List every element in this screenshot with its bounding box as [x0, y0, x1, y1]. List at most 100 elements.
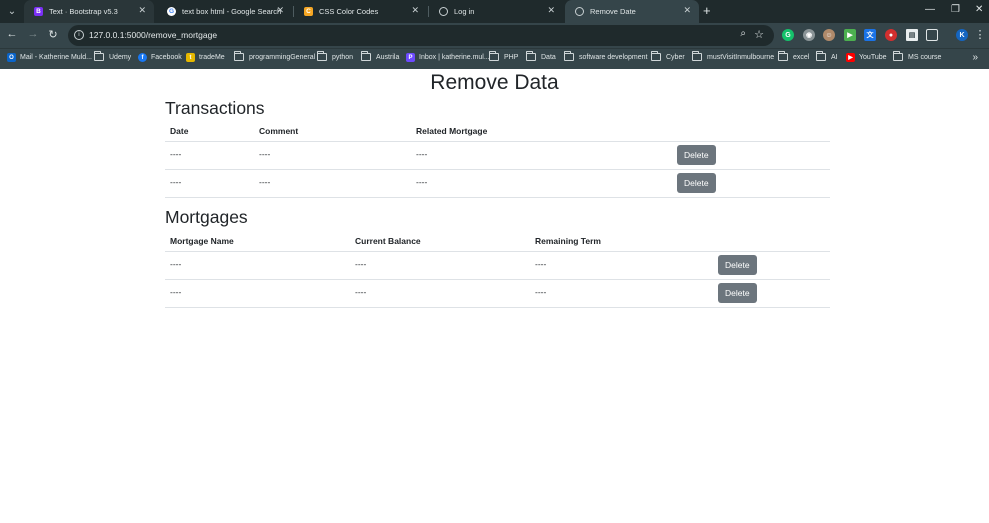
document-extension-icon[interactable]: ▤ — [906, 29, 918, 41]
bookmark-label: Inbox | katherine.mul... — [419, 54, 490, 61]
tab-bootstrap[interactable]: B Text · Bootstrap v5.3 ✕ — [24, 0, 154, 23]
browser-toolbar: ← → ↻ i 127.0.0.1:5000/remove_mortgage ⌕… — [0, 23, 989, 48]
table-header-row: Mortgage Name Current Balance Remaining … — [165, 232, 830, 252]
translate-extension-icon[interactable]: 文 — [864, 29, 876, 41]
cell-actions: Delete — [672, 141, 830, 170]
tab-search-chevron-icon[interactable]: ⌄ — [4, 3, 20, 19]
bookmark-item[interactable]: ▶ YouTube — [846, 53, 887, 62]
flag-extension-icon[interactable]: ▶ — [844, 29, 856, 41]
menu-kebab-icon[interactable]: ⋮ — [973, 28, 987, 41]
bookmark-item[interactable]: t tradeMe — [186, 53, 225, 62]
back-arrow-icon[interactable]: ← — [5, 28, 19, 40]
column-header-actions — [713, 232, 830, 252]
table-row: ---- ---- ---- Delete — [165, 251, 830, 280]
bookmark-label: python — [332, 53, 354, 61]
mortgages-heading: Mortgages — [165, 207, 248, 227]
folder-icon — [816, 51, 826, 61]
bookmark-item[interactable]: O Mail - Katherine Muld... — [7, 53, 92, 62]
tab-remove-date[interactable]: Remove Date ✕ — [565, 0, 699, 23]
table-row: ---- ---- ---- Delete — [165, 141, 830, 170]
cell-related-mortgage: ---- — [411, 169, 672, 198]
bookmark-folder[interactable]: python — [317, 51, 354, 61]
csscolors-icon: C — [304, 7, 313, 16]
bookmark-folder[interactable]: AI — [816, 51, 838, 61]
extensions-puzzle-icon[interactable] — [926, 29, 938, 41]
bookmark-folder[interactable]: software development — [564, 51, 648, 61]
bookmark-folder[interactable]: mustVisitInmulbourne — [692, 51, 774, 61]
bookmark-folder[interactable]: Cyber — [651, 51, 685, 61]
bookmark-label: Facebook — [151, 54, 182, 61]
cell-actions: Delete — [672, 169, 830, 198]
close-window-button[interactable]: ✕ — [975, 4, 983, 15]
bookmark-label: Udemy — [109, 53, 132, 61]
bookmark-item[interactable]: P Inbox | katherine.mul... — [406, 53, 490, 62]
bookmark-label: AI — [831, 53, 838, 61]
column-header-remaining-term: Remaining Term — [530, 232, 713, 252]
delete-transaction-button[interactable]: Delete — [677, 173, 716, 193]
tab-css-color-codes[interactable]: C CSS Color Codes ✕ — [294, 0, 427, 23]
record-extension-icon[interactable]: ● — [885, 29, 897, 41]
tab-strip: ⌄ B Text · Bootstrap v5.3 ✕ G text box h… — [0, 0, 989, 23]
bookmark-label: software development — [579, 53, 648, 61]
folder-icon — [361, 51, 371, 61]
search-icon[interactable]: ⌕ — [740, 28, 746, 39]
bookmarks-bar: O Mail - Katherine Muld... Udemy f Faceboo… — [0, 48, 989, 69]
cell-remaining-term: ---- — [530, 251, 713, 280]
more-bookmarks-chevron-icon[interactable]: » — [972, 52, 978, 63]
close-icon[interactable]: ✕ — [138, 5, 146, 16]
site-info-icon[interactable]: i — [74, 30, 84, 40]
delete-transaction-button[interactable]: Delete — [677, 145, 716, 165]
tab-log-in[interactable]: Log in ✕ — [429, 0, 563, 23]
column-header-mortgage-name: Mortgage Name — [165, 232, 350, 252]
url-text[interactable]: 127.0.0.1:5000/remove_mortgage — [89, 30, 217, 40]
restore-button[interactable]: ❐ — [951, 4, 960, 15]
bookmark-folder[interactable]: Data — [526, 51, 556, 61]
folder-icon — [526, 51, 536, 61]
close-icon[interactable]: ✕ — [276, 5, 284, 16]
transactions-heading: Transactions — [165, 98, 265, 118]
new-tab-button[interactable]: + — [703, 4, 711, 18]
column-header-related-mortgage: Related Mortgage — [411, 122, 672, 142]
cell-related-mortgage: ---- — [411, 141, 672, 170]
minimize-button[interactable]: — — [925, 4, 935, 15]
bookmark-label: MS course — [908, 53, 942, 61]
bookmark-folder[interactable]: MS course — [893, 51, 942, 61]
delete-mortgage-button[interactable]: Delete — [718, 255, 757, 275]
cell-date: ---- — [165, 169, 254, 198]
column-header-actions — [672, 122, 830, 142]
bookmark-star-icon[interactable]: ☆ — [754, 28, 764, 41]
close-icon[interactable]: ✕ — [411, 5, 419, 16]
trademe-icon: t — [186, 53, 195, 62]
column-header-current-balance: Current Balance — [350, 232, 530, 252]
bookmark-label: tradeMe — [199, 54, 225, 61]
delete-mortgage-button[interactable]: Delete — [718, 283, 757, 303]
bookmark-label: Mail - Katherine Muld... — [20, 54, 92, 61]
bookmark-folder[interactable]: programmingGeneral — [234, 51, 315, 61]
profile-avatar[interactable]: K — [956, 29, 968, 41]
bookmark-folder[interactable]: PHP — [489, 51, 518, 61]
reload-icon[interactable]: ↻ — [46, 28, 60, 41]
cell-remaining-term: ---- — [530, 279, 713, 308]
outlook-icon: O — [7, 53, 16, 62]
bookmark-folder[interactable]: excel — [778, 51, 809, 61]
folder-icon — [234, 51, 244, 61]
avatar-extension-icon[interactable]: ☺ — [823, 29, 835, 41]
folder-icon — [778, 51, 788, 61]
tab-google-search[interactable]: G text box html - Google Search ✕ — [157, 0, 292, 23]
bookmark-label: Austrila — [376, 53, 400, 61]
cell-mortgage-name: ---- — [165, 279, 350, 308]
bookmark-folder[interactable]: Austrila — [361, 51, 400, 61]
forward-arrow-icon[interactable]: → — [26, 28, 40, 40]
page-title: Remove Data — [430, 71, 559, 94]
folder-icon — [893, 51, 903, 61]
bookmark-item[interactable]: f Facebook — [138, 53, 182, 62]
camera-extension-icon[interactable]: ◉ — [803, 29, 815, 41]
close-icon[interactable]: ✕ — [547, 5, 555, 16]
address-bar[interactable]: i 127.0.0.1:5000/remove_mortgage ⌕ ☆ — [68, 25, 774, 46]
bookmark-folder[interactable]: Udemy — [94, 51, 132, 61]
grammarly-extension-icon[interactable]: G — [782, 29, 794, 41]
column-header-date: Date — [165, 122, 254, 142]
close-icon[interactable]: ✕ — [683, 5, 691, 16]
bookmark-label: Data — [541, 53, 556, 61]
cell-current-balance: ---- — [350, 251, 530, 280]
